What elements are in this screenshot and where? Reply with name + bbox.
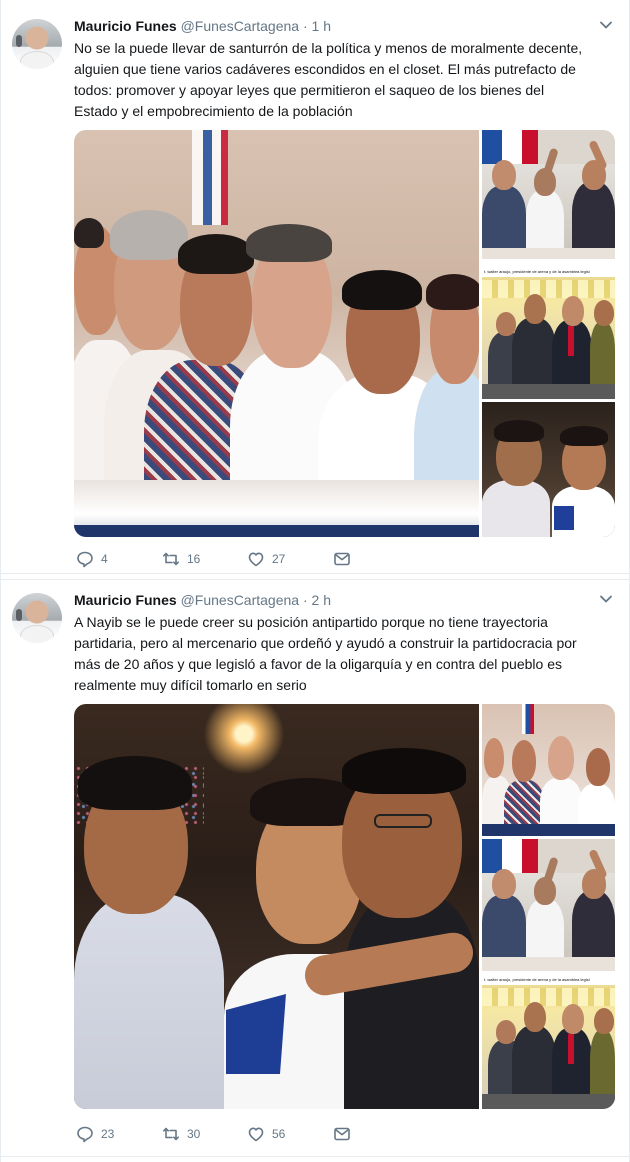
author-name[interactable]: Mauricio Funes [74, 592, 177, 608]
tweet-text-line: todos: promover y apoyar leyes que permi… [74, 82, 545, 98]
tweet-text-line: alguien que tiene varios cadáveres escon… [74, 61, 576, 77]
photo-two-men-embrace[interactable] [482, 402, 615, 537]
avatar[interactable] [12, 19, 62, 69]
retweet-icon [163, 1127, 179, 1141]
direct-message-button[interactable] [333, 1124, 351, 1144]
author-handle[interactable]: @FunesCartagena [181, 18, 300, 34]
author-handle[interactable]: @FunesCartagena [181, 592, 300, 608]
reply-count: 23 [101, 1127, 115, 1141]
photo-legislators-press[interactable]: t. walter araujo, presidente de arena y … [482, 266, 615, 399]
like-icon [248, 552, 264, 567]
reply-button[interactable]: 23 [76, 1124, 114, 1144]
like-button[interactable]: 56 [247, 1124, 285, 1144]
microphone-icon [16, 609, 22, 621]
photo-caption: t. walter araujo, presidente de arena y … [482, 266, 615, 277]
microphone-icon [16, 35, 22, 47]
tweet-header: Mauricio Funes @FunesCartagena · 1 h [74, 18, 331, 36]
photo-legislators-press[interactable]: t. walter araujo, presidente de arena y … [482, 974, 615, 1109]
retweet-count: 30 [187, 1127, 201, 1141]
tweet[interactable]: Mauricio Funes @FunesCartagena · 1 h No … [1, 6, 629, 574]
author-name[interactable]: Mauricio Funes [74, 18, 177, 34]
tweet-text: A Nayib se le puede creer su posición an… [74, 612, 614, 696]
tweet-text-line: partidaria, pero al mercenario que ordeñ… [74, 635, 577, 651]
reply-count: 4 [101, 552, 108, 566]
photo-caption: t. walter araujo, presidente de arena y … [482, 974, 615, 985]
photo-assembly-vote[interactable] [482, 130, 615, 263]
retweet-icon [163, 552, 179, 566]
timestamp[interactable]: 1 h [312, 18, 331, 34]
tweet-media-grid[interactable]: t. walter araujo, presidente de arena y … [74, 130, 615, 537]
message-icon [334, 552, 350, 566]
tweet-text-line: realmente muy difícil tomarlo en serio [74, 677, 307, 693]
tweet-text-line: No se la puede llevar de santurrón de la… [74, 40, 583, 56]
retweet-count: 16 [187, 552, 201, 566]
tweet-text: No se la puede llevar de santurrón de la… [74, 38, 614, 122]
photo-politicians-at-table[interactable] [74, 130, 479, 537]
message-icon [334, 1127, 350, 1141]
timestamp[interactable]: 2 h [312, 592, 331, 608]
like-icon [248, 1127, 264, 1142]
separator: · [302, 18, 308, 34]
tweet-text-line: A Nayib se le puede creer su posición an… [74, 614, 548, 630]
photo-men-embracing[interactable] [74, 704, 479, 1109]
avatar[interactable] [12, 593, 62, 643]
like-count: 56 [272, 1127, 286, 1141]
retweet-button[interactable]: 16 [162, 549, 200, 569]
tweet-media-grid[interactable]: t. walter araujo, presidente de arena y … [74, 704, 615, 1109]
chevron-down-icon[interactable] [599, 592, 613, 606]
chevron-down-icon[interactable] [599, 18, 613, 32]
photo-politicians-at-table[interactable] [482, 704, 615, 836]
tweet-text-line: más de 20 años y que legisló a favor de … [74, 656, 562, 672]
tweet-text-line: Estado y el empobrecimiento de la poblac… [74, 103, 353, 119]
reply-icon [77, 1126, 93, 1143]
like-button[interactable]: 27 [247, 549, 285, 569]
timeline: Mauricio Funes @FunesCartagena · 1 h No … [0, 0, 630, 1162]
like-count: 27 [272, 552, 286, 566]
reply-icon [77, 551, 93, 568]
tweet-header: Mauricio Funes @FunesCartagena · 2 h [74, 592, 331, 610]
tweet[interactable]: Mauricio Funes @FunesCartagena · 2 h A N… [1, 579, 629, 1157]
photo-assembly-vote[interactable] [482, 839, 615, 971]
reply-button[interactable]: 4 [76, 549, 108, 569]
direct-message-button[interactable] [333, 549, 351, 569]
separator: · [302, 592, 308, 608]
retweet-button[interactable]: 30 [162, 1124, 200, 1144]
